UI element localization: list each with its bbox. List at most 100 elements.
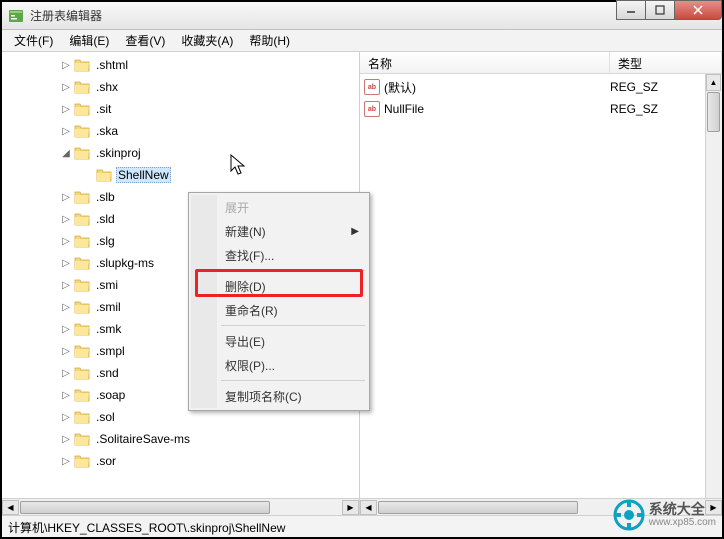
context-find[interactable]: 查找(F)...	[191, 243, 367, 267]
tree-item[interactable]: ▷.sor	[2, 450, 359, 472]
expander-icon[interactable]: ▷	[60, 345, 72, 357]
list-vertical-scrollbar[interactable]: ▲	[705, 74, 722, 498]
expander-icon[interactable]: ▷	[60, 301, 72, 313]
column-name[interactable]: 名称	[360, 52, 610, 73]
menu-favorites[interactable]: 收藏夹(A)	[173, 30, 241, 51]
expander-icon[interactable]: ▷	[60, 59, 72, 71]
tree-item-label: .sol	[94, 409, 117, 425]
tree-item[interactable]: ◢ .skinproj	[2, 142, 359, 164]
folder-icon	[74, 234, 90, 248]
context-permissions[interactable]: 权限(P)...	[191, 353, 367, 377]
expander-icon[interactable]	[82, 169, 94, 181]
value-name: NullFile	[384, 102, 424, 116]
context-new[interactable]: 新建(N)▶	[191, 219, 367, 243]
tree-item[interactable]: ▷ .shtml	[2, 54, 359, 76]
folder-icon	[74, 432, 90, 446]
value-name: (默认)	[384, 79, 416, 96]
expander-icon[interactable]: ▷	[60, 411, 72, 423]
folder-icon	[74, 388, 90, 402]
column-type[interactable]: 类型	[610, 52, 722, 73]
tree-item-label: .shtml	[94, 57, 130, 73]
expander-icon[interactable]: ▷	[60, 323, 72, 335]
tree-item-label: .skinproj	[94, 145, 143, 161]
menu-bar: 文件(F) 编辑(E) 查看(V) 收藏夹(A) 帮助(H)	[2, 30, 722, 52]
expander-icon[interactable]: ▷	[60, 81, 72, 93]
context-rename[interactable]: 重命名(R)	[191, 298, 367, 322]
tree-item[interactable]: ▷.shx	[2, 76, 359, 98]
menu-help[interactable]: 帮助(H)	[241, 30, 298, 51]
folder-icon	[74, 146, 90, 160]
list-view[interactable]: ab(默认)REG_SZabNullFileREG_SZ	[360, 74, 722, 122]
folder-icon	[74, 80, 90, 94]
expander-icon[interactable]: ◢	[60, 147, 72, 159]
expander-icon[interactable]: ▷	[60, 433, 72, 445]
scroll-left-button[interactable]: ◀	[2, 500, 19, 515]
folder-icon	[74, 124, 90, 138]
scroll-right-button[interactable]: ▶	[342, 500, 359, 515]
scroll-thumb[interactable]	[378, 501, 578, 514]
list-row[interactable]: abNullFileREG_SZ	[364, 98, 718, 120]
value-type: REG_SZ	[610, 80, 658, 94]
close-button[interactable]	[674, 0, 722, 20]
folder-icon	[74, 344, 90, 358]
expander-icon[interactable]: ▷	[60, 235, 72, 247]
tree-item-label: .smi	[94, 277, 120, 293]
tree-item-label: .ska	[94, 123, 120, 139]
folder-icon	[74, 322, 90, 336]
folder-icon	[96, 168, 112, 182]
tree-item[interactable]: ▷ .ska	[2, 120, 359, 142]
scroll-left-button[interactable]: ◀	[360, 500, 377, 515]
expander-icon[interactable]: ▷	[60, 389, 72, 401]
watermark: 系统大全 www.xp85.com	[613, 499, 716, 531]
tree-item-label: .smil	[94, 299, 123, 315]
tree-item-label: .smpl	[94, 343, 127, 359]
watermark-name: 系统大全	[649, 502, 716, 517]
expander-icon[interactable]: ▷	[60, 257, 72, 269]
window-controls	[617, 0, 722, 20]
maximize-button[interactable]	[645, 0, 675, 20]
folder-icon	[74, 256, 90, 270]
submenu-arrow-icon: ▶	[351, 226, 359, 237]
tree-item[interactable]: ▷.sit	[2, 98, 359, 120]
folder-icon	[74, 58, 90, 72]
title-bar: 注册表编辑器	[2, 2, 722, 30]
folder-icon	[74, 190, 90, 204]
scroll-thumb[interactable]	[707, 92, 720, 132]
string-value-icon: ab	[364, 101, 380, 117]
folder-icon	[74, 410, 90, 424]
context-export[interactable]: 导出(E)	[191, 329, 367, 353]
tree-item-label: .snd	[94, 365, 121, 381]
app-icon	[8, 8, 24, 24]
list-row[interactable]: ab(默认) REG_SZ	[364, 76, 718, 98]
menu-view[interactable]: 查看(V)	[117, 30, 173, 51]
context-delete[interactable]: 删除(D)	[191, 274, 367, 298]
context-copy-key-name[interactable]: 复制项名称(C)	[191, 384, 367, 408]
tree-item-label: .soap	[94, 387, 127, 403]
status-path: 计算机\HKEY_CLASSES_ROOT\.skinproj\ShellNew	[8, 521, 285, 535]
menu-edit[interactable]: 编辑(E)	[61, 30, 117, 51]
tree-item-label: .slb	[94, 189, 117, 205]
minimize-button[interactable]	[616, 0, 646, 20]
list-header: 名称 类型	[360, 52, 722, 74]
tree-horizontal-scrollbar[interactable]: ◀ ▶	[2, 498, 359, 515]
folder-icon	[74, 366, 90, 380]
expander-icon[interactable]: ▷	[60, 213, 72, 225]
expander-icon[interactable]: ▷	[60, 279, 72, 291]
expander-icon[interactable]: ▷	[60, 125, 72, 137]
scroll-up-button[interactable]: ▲	[706, 74, 721, 91]
window-title: 注册表编辑器	[30, 7, 716, 24]
tree-item[interactable]: ▷.SolitaireSave-ms	[2, 428, 359, 450]
expander-icon[interactable]: ▷	[60, 103, 72, 115]
folder-icon	[74, 102, 90, 116]
expander-icon[interactable]: ▷	[60, 455, 72, 467]
string-value-icon: ab	[364, 79, 380, 95]
folder-icon	[74, 300, 90, 314]
tree-item-label: .smk	[94, 321, 123, 337]
menu-file[interactable]: 文件(F)	[6, 30, 61, 51]
context-menu: 展开 新建(N)▶ 查找(F)... 删除(D) 重命名(R) 导出(E) 权限…	[188, 192, 370, 411]
expander-icon[interactable]: ▷	[60, 367, 72, 379]
tree-item[interactable]: ShellNew	[2, 164, 359, 186]
scroll-thumb[interactable]	[20, 501, 270, 514]
list-panel: 名称 类型 ab(默认)REG_SZabNullFileREG_SZ ▲ ◀ ▶	[360, 52, 722, 515]
expander-icon[interactable]: ▷	[60, 191, 72, 203]
